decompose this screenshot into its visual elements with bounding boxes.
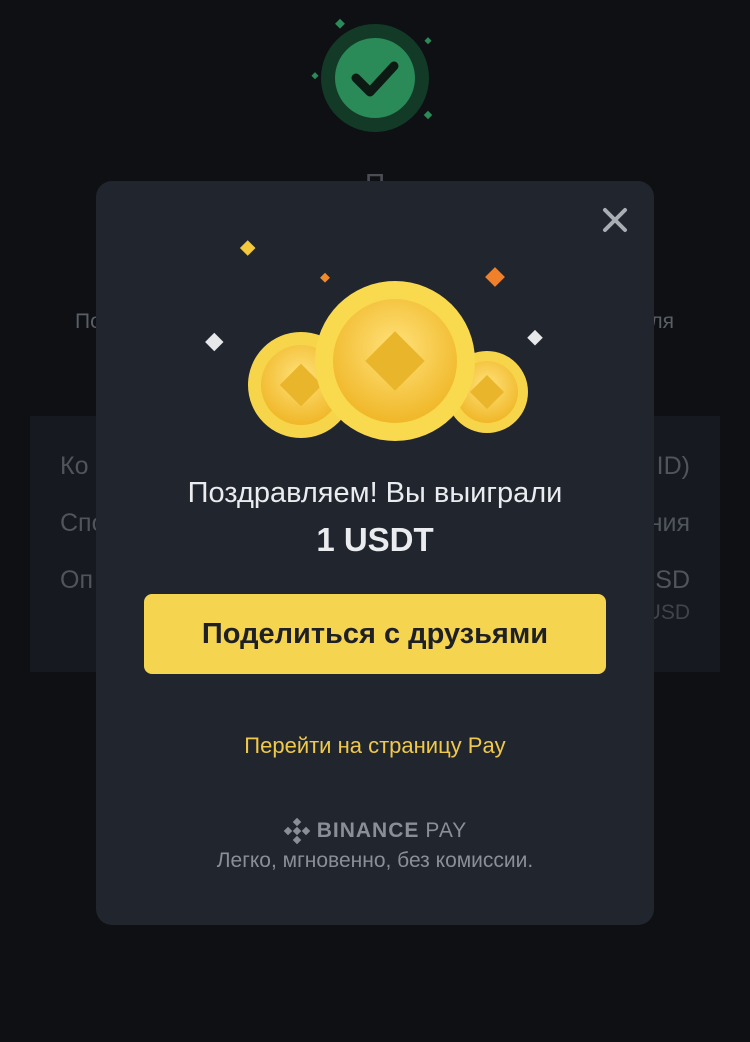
share-with-friends-button[interactable]: Поделиться с друзьями — [144, 594, 606, 674]
reward-modal: Поздравляем! Вы выиграли 1 USDT Поделить… — [96, 181, 654, 925]
sparkle-icon — [205, 332, 224, 352]
binance-logo-icon — [283, 817, 310, 845]
brand-name: BINANCE — [316, 819, 420, 842]
coins-illustration — [205, 240, 543, 441]
tagline: Легко, мгновенно, без комиссии. — [216, 849, 534, 872]
prize-amount: 1 USDT — [316, 521, 434, 558]
sparkle-icon — [320, 272, 330, 283]
congrats-text: Поздравляем! Вы выиграли — [187, 477, 563, 509]
success-check-icon — [311, 18, 433, 132]
go-to-pay-link[interactable]: Перейти на страницу Pay — [96, 733, 654, 759]
detail-value: ния — [648, 509, 690, 537]
brand-suffix: PAY — [425, 819, 468, 842]
sparkle-icon — [527, 329, 543, 346]
binance-pay-logo: BINANCE PAY — [96, 817, 654, 845]
detail-label: Ко — [60, 452, 89, 480]
detail-label: Оп — [60, 566, 93, 594]
sparkle-icon — [485, 267, 505, 287]
sparkle-icon — [239, 240, 256, 256]
detail-value: ID) — [656, 452, 690, 480]
detail-value: SD — [655, 566, 690, 594]
